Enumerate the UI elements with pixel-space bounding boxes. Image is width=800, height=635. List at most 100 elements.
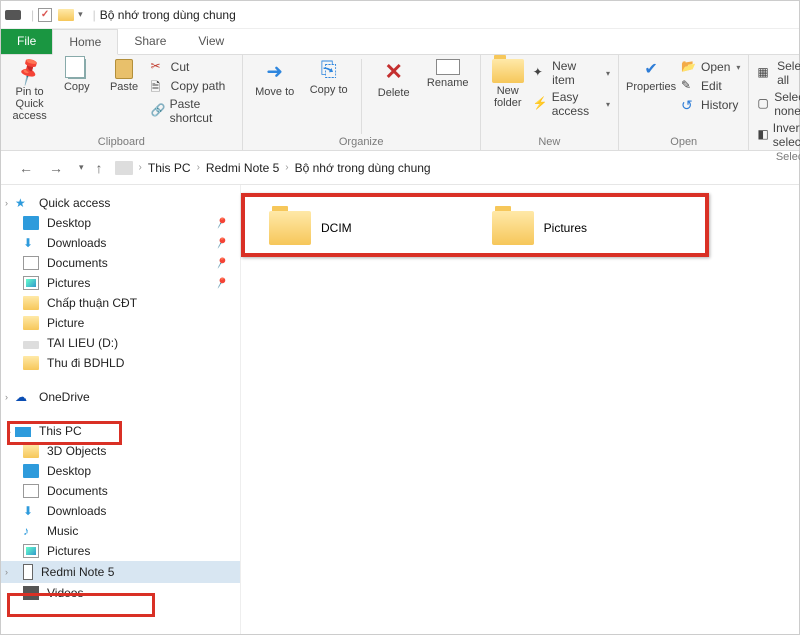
properties-button[interactable]: ✔ Properties (627, 59, 675, 93)
navigation-pane[interactable]: › ★ Quick access Desktop📍 ⬇Downloads📍 Do… (1, 185, 241, 634)
open-icon: 📂 (681, 59, 697, 75)
download-icon: ⬇ (23, 504, 39, 518)
ribbon-group-open: ✔ Properties 📂Open▾ ✎Edit ↺History Open (619, 55, 749, 150)
properties-icon: ✔ (644, 59, 657, 79)
copy-path-button[interactable]: 🗎Copy path (151, 78, 234, 94)
rename-button[interactable]: Rename (424, 59, 472, 89)
chevron-right-icon[interactable]: › (5, 567, 8, 577)
rename-icon (436, 59, 460, 75)
tab-file[interactable]: File (1, 29, 52, 54)
select-all-button[interactable]: ▦Select all (757, 59, 800, 87)
sidebar-item-thispc[interactable]: ⌄ This PC (1, 421, 240, 441)
sidebar-item[interactable]: ♪Music (1, 521, 240, 541)
history-button[interactable]: ↺History (681, 97, 740, 113)
sidebar-item[interactable]: 3D Objects (1, 441, 240, 461)
sidebar-item[interactable]: TAI LIEU (D:) (1, 333, 240, 353)
ribbon-tabs: File Home Share View (1, 29, 799, 55)
delete-button[interactable]: ✕ Delete (370, 59, 418, 99)
drive-icon (23, 341, 39, 349)
nav-forward-button[interactable]: → (45, 160, 67, 176)
sidebar-item[interactable]: ⬇Downloads (1, 501, 240, 521)
sidebar-item[interactable]: Pictures (1, 541, 240, 561)
highlight-annotation (241, 193, 709, 257)
sidebar-item[interactable]: Chấp thuận CĐT (1, 293, 240, 313)
pin-icon: 📍 (212, 274, 230, 292)
sidebar-item[interactable]: Videos (1, 583, 240, 603)
document-icon (23, 484, 39, 498)
chevron-right-icon[interactable]: › (139, 162, 142, 173)
edit-icon: ✎ (681, 78, 697, 94)
video-icon (23, 586, 39, 600)
navigation-bar: ← → ▾ ↑ › This PC › Redmi Note 5 › Bộ nh… (1, 151, 799, 185)
separator: | (31, 8, 34, 22)
cut-button[interactable]: ✂Cut (151, 59, 234, 75)
ribbon-group-new: New folder ✦New item▾ ⚡Easy access▾ New (481, 55, 619, 150)
sidebar-item[interactable]: Documents📍 (1, 253, 240, 273)
pictures-icon (23, 276, 39, 290)
sidebar-item[interactable]: ⬇Downloads📍 (1, 233, 240, 253)
sidebar-item[interactable]: Documents (1, 481, 240, 501)
breadcrumb-item[interactable]: Redmi Note 5 (206, 161, 279, 175)
desktop-icon (23, 464, 39, 478)
breadcrumb-item[interactable]: Bộ nhớ trong dùng chung (295, 161, 431, 175)
chevron-right-icon[interactable]: › (5, 392, 8, 402)
cloud-icon: ☁ (15, 390, 31, 404)
document-icon (23, 256, 39, 270)
paste-icon (115, 59, 133, 79)
sidebar-item[interactable]: Desktop📍 (1, 213, 240, 233)
breadcrumb-item[interactable]: This PC (148, 161, 191, 175)
sidebar-item[interactable]: Desktop (1, 461, 240, 481)
tab-share[interactable]: Share (118, 29, 182, 54)
chevron-right-icon[interactable]: › (5, 198, 8, 208)
music-icon: ♪ (23, 524, 39, 538)
separator: | (93, 8, 96, 22)
new-item-icon: ✦ (533, 65, 548, 81)
nav-up-button[interactable]: ↑ (96, 160, 103, 176)
history-icon: ↺ (681, 97, 697, 113)
move-to-button[interactable]: ➜ Move to (251, 59, 299, 98)
chevron-down-icon[interactable]: ⌄ (5, 426, 13, 437)
delete-icon: ✕ (384, 59, 402, 85)
qat-folder-icon[interactable] (58, 9, 74, 21)
copy-to-button[interactable]: ⎘ Copy to (305, 59, 353, 96)
nav-back-button[interactable]: ← (15, 160, 37, 176)
chevron-right-icon[interactable]: › (197, 162, 200, 173)
qat-dropdown-icon[interactable]: ▾ (78, 9, 83, 20)
invert-selection-button[interactable]: ◧Invert selection (757, 121, 800, 149)
copy-button[interactable]: Copy (56, 59, 97, 93)
folder-icon (23, 316, 39, 330)
breadcrumb[interactable]: › This PC › Redmi Note 5 › Bộ nhớ trong … (111, 161, 785, 175)
pin-icon: 📍 (212, 214, 230, 232)
select-none-button[interactable]: ▢Select none (757, 90, 800, 118)
chevron-right-icon[interactable]: › (285, 162, 288, 173)
content-pane[interactable]: DCIM Pictures (241, 185, 799, 634)
invert-icon: ◧ (757, 127, 768, 143)
sidebar-item[interactable]: Pictures📍 (1, 273, 240, 293)
sidebar-item-onedrive[interactable]: › ☁ OneDrive (1, 387, 240, 407)
sidebar-item-quick-access[interactable]: › ★ Quick access (1, 193, 240, 213)
title-bar: | ✓ ▾ | Bộ nhớ trong dùng chung (1, 1, 799, 29)
new-item-button[interactable]: ✦New item▾ (533, 59, 610, 87)
pin-quick-access-button[interactable]: 📌 Pin to Quick access (9, 59, 50, 122)
qat-check-icon[interactable]: ✓ (38, 8, 52, 22)
easy-access-button[interactable]: ⚡Easy access▾ (533, 90, 610, 118)
tab-home[interactable]: Home (52, 29, 118, 55)
paste-button[interactable]: Paste (103, 59, 144, 93)
sidebar-item-redmi[interactable]: › Redmi Note 5 (1, 561, 240, 583)
sidebar-item[interactable]: Picture (1, 313, 240, 333)
breadcrumb-icon (115, 161, 133, 175)
open-button[interactable]: 📂Open▾ (681, 59, 740, 75)
pictures-icon (23, 544, 39, 558)
folder-icon (23, 296, 39, 310)
edit-button[interactable]: ✎Edit (681, 78, 740, 94)
move-icon: ➜ (266, 59, 283, 84)
ribbon: 📌 Pin to Quick access Copy Paste ✂Cut 🗎C… (1, 55, 799, 151)
new-folder-button[interactable]: New folder (489, 59, 527, 109)
nav-recent-dropdown[interactable]: ▾ (75, 162, 88, 173)
paste-shortcut-button[interactable]: 🔗Paste shortcut (151, 97, 234, 125)
shortcut-icon: 🔗 (151, 103, 166, 119)
sidebar-item[interactable]: Thu đi BDHLD (1, 353, 240, 373)
tab-view[interactable]: View (182, 29, 240, 54)
folder-icon (23, 356, 39, 370)
folder-icon (492, 59, 524, 83)
